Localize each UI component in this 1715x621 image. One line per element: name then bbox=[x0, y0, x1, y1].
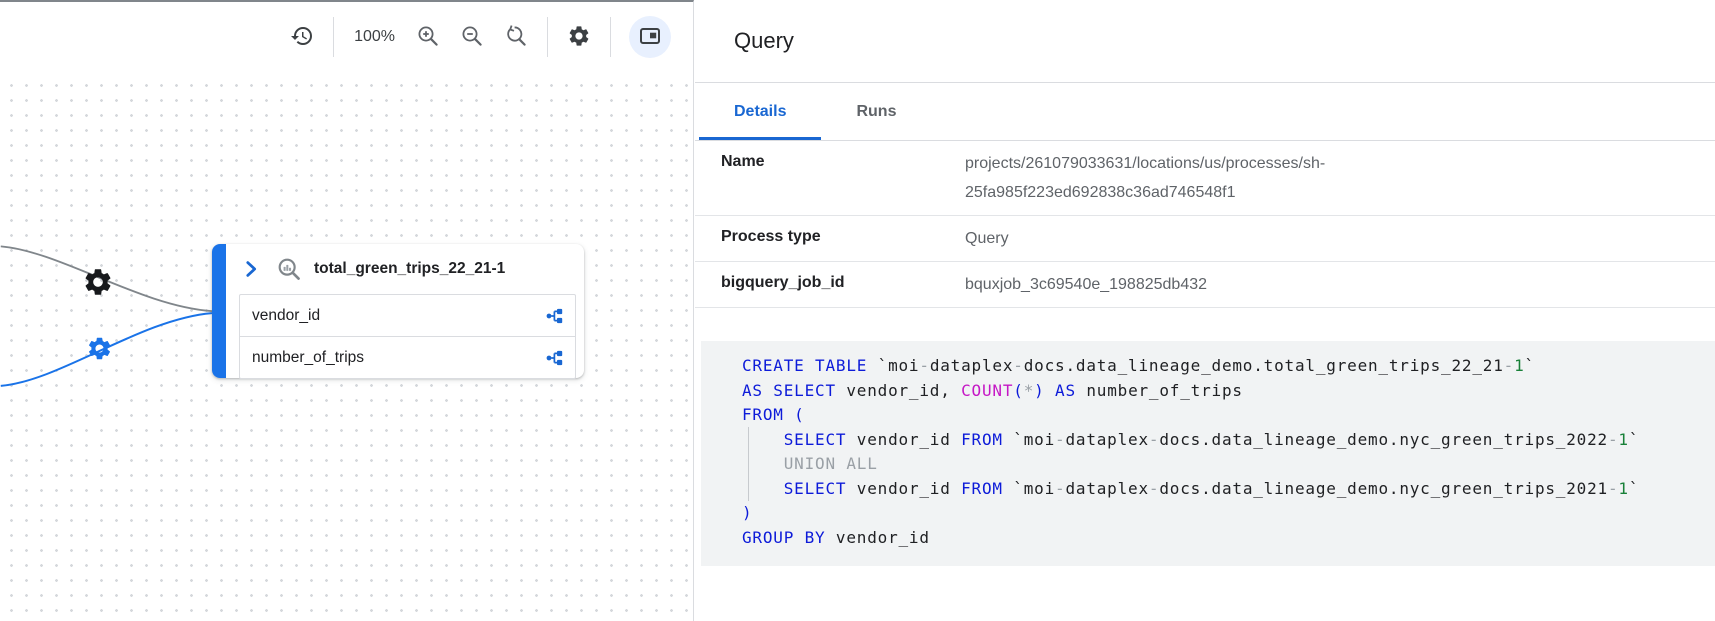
sql-code-line: ) bbox=[742, 501, 1699, 526]
detail-label: Name bbox=[721, 141, 965, 171]
expand-chevron-icon[interactable] bbox=[240, 258, 262, 280]
table-node-title: total_green_trips_22_21-1 bbox=[314, 260, 505, 278]
table-node-header[interactable]: total_green_trips_22_21-1 bbox=[226, 244, 584, 294]
zoom-in-icon bbox=[416, 24, 440, 51]
tab-runs[interactable]: Runs bbox=[821, 83, 931, 140]
table-node-fields: vendor_id number_of_trips bbox=[239, 294, 576, 379]
graph-settings-button[interactable] bbox=[566, 24, 592, 50]
detail-label: bigquery_job_id bbox=[721, 262, 965, 292]
detail-row: Process typeQuery bbox=[695, 216, 1715, 262]
lineage-hub-icon[interactable] bbox=[545, 348, 565, 368]
detail-value: bquxjob_3c69540e_198825db432 bbox=[965, 262, 1715, 307]
toggle-side-panel-button[interactable] bbox=[629, 16, 671, 58]
detail-label: Process type bbox=[721, 216, 965, 246]
tab-details[interactable]: Details bbox=[699, 83, 821, 140]
zoom-reset-button[interactable] bbox=[503, 24, 529, 50]
toggle-side-panel-icon bbox=[638, 24, 662, 51]
sql-code-line: UNION ALL bbox=[742, 452, 1699, 477]
zoom-out-icon bbox=[460, 24, 484, 51]
settings-gear-icon bbox=[567, 24, 591, 51]
table-node-accent-bar bbox=[212, 244, 226, 378]
sql-code: CREATE TABLE `moi-dataplex-docs.data_lin… bbox=[742, 354, 1699, 550]
lineage-canvas[interactable]: total_green_trips_22_21-1 vendor_idnumbe… bbox=[0, 72, 693, 621]
sql-code-line: GROUP BY vendor_id bbox=[742, 526, 1699, 551]
sql-code-block: CREATE TABLE `moi-dataplex-docs.data_lin… bbox=[701, 341, 1715, 566]
sql-code-line: SELECT vendor_id FROM `moi-dataplex-docs… bbox=[742, 477, 1699, 502]
graph-toolbar: 100% bbox=[0, 2, 693, 72]
zoom-level-value: 100% bbox=[354, 28, 395, 46]
detail-value: Query bbox=[965, 216, 1715, 261]
zoom-out-button[interactable] bbox=[459, 24, 485, 50]
zoom-reset-icon bbox=[504, 24, 528, 51]
sql-code-line: CREATE TABLE `moi-dataplex-docs.data_lin… bbox=[742, 354, 1699, 379]
sql-code-line: FROM ( bbox=[742, 403, 1699, 428]
table-field-row[interactable]: number_of_trips bbox=[240, 337, 575, 378]
details-rows: Nameprojects/261079033631/locations/us/p… bbox=[695, 141, 1715, 308]
panel-tabs: Details Runs bbox=[695, 83, 1715, 141]
history-button[interactable] bbox=[289, 24, 315, 50]
toolbar-divider bbox=[610, 17, 611, 57]
sql-code-line: AS SELECT vendor_id, COUNT(*) AS number_… bbox=[742, 379, 1699, 404]
process-gear-button-lower[interactable] bbox=[86, 335, 113, 362]
field-label: vendor_id bbox=[252, 307, 545, 325]
toolbar-divider bbox=[333, 17, 334, 57]
sql-code-line: SELECT vendor_id FROM `moi-dataplex-docs… bbox=[742, 428, 1699, 453]
lineage-hub-icon[interactable] bbox=[545, 306, 565, 326]
detail-value: projects/261079033631/locations/us/proce… bbox=[965, 141, 1715, 215]
settings-gear-blue-icon bbox=[86, 335, 113, 362]
lineage-graph-pane: 100% bbox=[0, 0, 694, 621]
settings-gear-black-icon bbox=[82, 266, 114, 298]
detail-row: bigquery_job_idbquxjob_3c69540e_198825db… bbox=[695, 262, 1715, 308]
lineage-screen: 100% bbox=[0, 0, 1715, 621]
panel-header: Query bbox=[695, 0, 1715, 83]
detail-row: Nameprojects/261079033631/locations/us/p… bbox=[695, 141, 1715, 216]
details-panel: Query Details Runs Nameprojects/26107903… bbox=[695, 0, 1715, 621]
history-icon bbox=[290, 24, 314, 51]
bigquery-search-icon bbox=[276, 256, 302, 282]
toolbar-divider bbox=[547, 17, 548, 57]
zoom-in-button[interactable] bbox=[415, 24, 441, 50]
panel-title: Query bbox=[734, 28, 794, 54]
indent-guide bbox=[748, 427, 749, 501]
process-gear-button-upper[interactable] bbox=[82, 266, 114, 298]
table-node[interactable]: total_green_trips_22_21-1 vendor_idnumbe… bbox=[212, 244, 584, 378]
field-label: number_of_trips bbox=[252, 349, 545, 367]
table-field-row[interactable]: vendor_id bbox=[240, 295, 575, 337]
